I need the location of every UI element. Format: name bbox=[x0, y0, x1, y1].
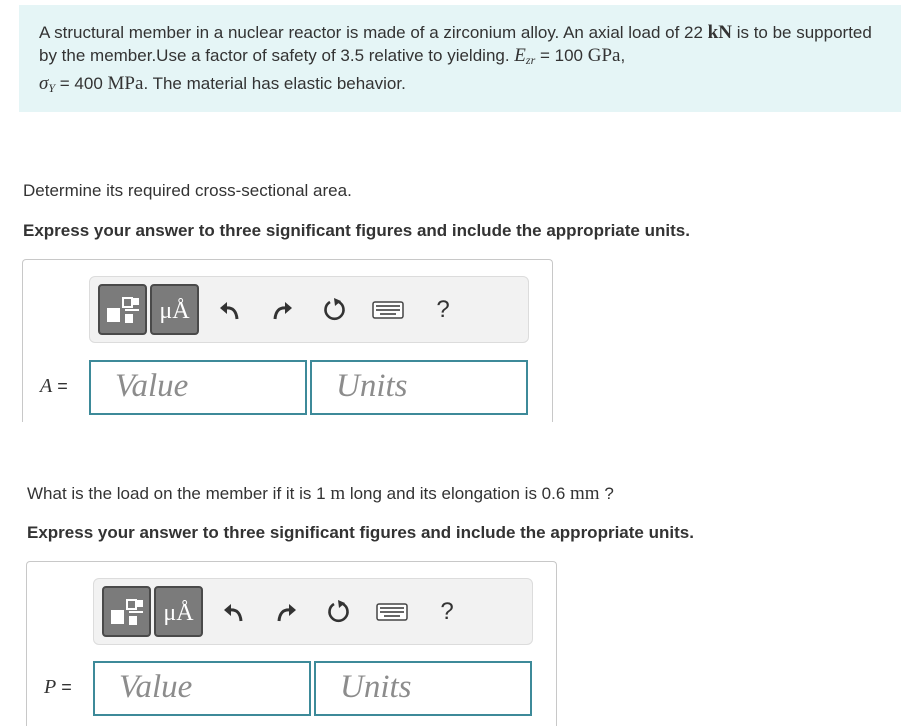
yield-symbol: σ bbox=[39, 73, 49, 94]
part1-equals: = bbox=[52, 376, 68, 396]
reset-icon bbox=[324, 298, 345, 321]
undo-button[interactable] bbox=[216, 594, 252, 630]
modulus-unit: GPa bbox=[587, 45, 621, 66]
modulus-symbol: E bbox=[514, 45, 526, 66]
reset-button[interactable] bbox=[316, 292, 352, 328]
part1-value-input[interactable]: Value bbox=[89, 360, 307, 415]
templates-icon bbox=[110, 598, 143, 625]
modulus-value: = 100 bbox=[535, 46, 588, 65]
keyboard-button[interactable] bbox=[370, 292, 406, 328]
undo-icon bbox=[220, 302, 239, 320]
templates-button[interactable] bbox=[102, 586, 151, 637]
keyboard-button[interactable] bbox=[374, 594, 410, 630]
keyboard-icon bbox=[372, 301, 404, 319]
help-icon: ? bbox=[440, 598, 454, 625]
part1-question: Determine its required cross-sectional a… bbox=[23, 181, 352, 200]
part1-units-input[interactable]: Units bbox=[310, 360, 528, 415]
problem-text-3: . The material has elastic behavior. bbox=[143, 74, 406, 93]
part2-question: What is the load on the member if it is … bbox=[27, 483, 614, 505]
part2-question-text-2: long and its elongation is 0.6 bbox=[345, 484, 571, 503]
undo-button[interactable] bbox=[212, 292, 248, 328]
undo-icon bbox=[224, 604, 243, 622]
part2-variable: P bbox=[44, 676, 57, 698]
load-unit: kN bbox=[707, 22, 732, 43]
part2-value-input[interactable]: Value bbox=[93, 661, 311, 716]
elongation-unit: mm bbox=[570, 483, 600, 504]
part1-instruction: Express your answer to three significant… bbox=[23, 221, 690, 240]
problem-text-1: A structural member in a nuclear reactor… bbox=[39, 23, 708, 42]
yield-unit: MPa bbox=[107, 73, 144, 94]
units-icon: μÅ bbox=[163, 600, 194, 626]
units-icon: μÅ bbox=[159, 298, 190, 324]
part2-equals: = bbox=[56, 677, 72, 697]
help-button[interactable]: ? bbox=[425, 292, 461, 328]
templates-button[interactable] bbox=[98, 284, 147, 335]
part2-toolbar: μÅ ? bbox=[93, 578, 533, 645]
part2-question-text-1: What is the load on the member if it is … bbox=[27, 484, 331, 503]
part2-variable-label: P = bbox=[44, 676, 72, 699]
part2-question-text-3: ? bbox=[599, 484, 614, 503]
templates-icon bbox=[106, 296, 139, 323]
length-unit: m bbox=[330, 483, 346, 504]
part1-variable: A bbox=[40, 375, 53, 397]
yield-value: = 400 bbox=[55, 74, 108, 93]
redo-icon bbox=[273, 302, 292, 320]
redo-button[interactable] bbox=[268, 594, 304, 630]
reset-button[interactable] bbox=[320, 594, 356, 630]
help-button[interactable]: ? bbox=[429, 594, 465, 630]
problem-statement: A structural member in a nuclear reactor… bbox=[19, 5, 901, 112]
keyboard-icon bbox=[376, 603, 408, 621]
part1-variable-label: A = bbox=[40, 375, 68, 398]
comma: , bbox=[620, 46, 626, 65]
units-button[interactable]: μÅ bbox=[150, 284, 199, 335]
units-button[interactable]: μÅ bbox=[154, 586, 203, 637]
part2-instruction: Express your answer to three significant… bbox=[27, 523, 694, 542]
part1-toolbar: μÅ ? bbox=[89, 276, 529, 343]
reset-icon bbox=[328, 600, 349, 623]
modulus-subscript: zr bbox=[525, 53, 536, 67]
part2-units-input[interactable]: Units bbox=[314, 661, 532, 716]
redo-button[interactable] bbox=[264, 292, 300, 328]
redo-icon bbox=[277, 604, 296, 622]
help-icon: ? bbox=[436, 296, 450, 323]
